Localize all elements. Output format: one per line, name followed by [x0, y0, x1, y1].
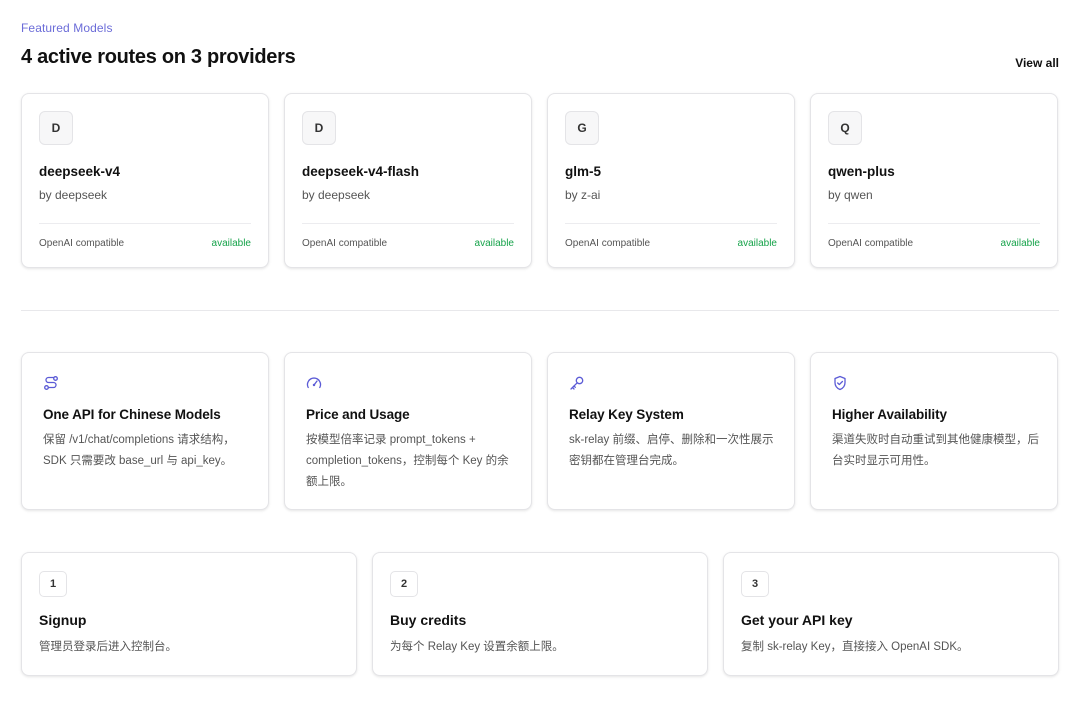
feature-title: Higher Availability: [832, 407, 947, 422]
status-badge: available: [1000, 238, 1040, 249]
feature-title: Price and Usage: [306, 407, 410, 422]
status-badge: available: [211, 238, 251, 249]
model-card-glm-5[interactable]: G glm-5 by z-ai OpenAI compatible availa…: [547, 93, 795, 268]
model-name: glm-5: [565, 164, 602, 179]
step-card-signup: 1 Signup 管理员登录后进入控制台。: [21, 552, 357, 676]
step-description: 管理员登录后进入控制台。: [39, 641, 177, 653]
feature-description: 渠道失败时自动重试到其他健康模型，后台实时显示可用性。: [832, 434, 1039, 467]
feature-card-relay-key: Relay Key System sk-relay 前缀、启停、删除和一次性展示…: [547, 352, 795, 510]
step-number: 1: [39, 571, 67, 597]
card-divider: [565, 223, 777, 224]
model-footer: OpenAI compatible available: [565, 238, 777, 249]
model-footer: OpenAI compatible available: [39, 238, 251, 249]
model-avatar: D: [302, 111, 336, 145]
gauge-icon: [306, 377, 322, 389]
card-divider: [302, 223, 514, 224]
route-icon: [44, 376, 58, 390]
feature-description: 保留 /v1/chat/completions 请求结构，SDK 只需要改 ba…: [43, 434, 235, 467]
feature-card-availability: Higher Availability 渠道失败时自动重试到其他健康模型，后台实…: [810, 352, 1058, 510]
model-card-deepseek-v4[interactable]: D deepseek-v4 by deepseek OpenAI compati…: [21, 93, 269, 268]
step-card-buy-credits: 2 Buy credits 为每个 Relay Key 设置余额上限。: [372, 552, 708, 676]
model-provider: by deepseek: [39, 188, 108, 202]
step-title: Buy credits: [390, 612, 467, 628]
model-name: deepseek-v4-flash: [302, 164, 420, 179]
model-name: qwen-plus: [828, 164, 895, 179]
model-card-deepseek-v4-flash[interactable]: D deepseek-v4-flash by deepseek OpenAI c…: [284, 93, 532, 268]
feature-card-price-usage: Price and Usage 按模型倍率记录 prompt_tokens + …: [284, 352, 532, 510]
page-title: 4 active routes on 3 providers: [21, 46, 296, 68]
step-title: Signup: [39, 612, 87, 628]
card-divider: [828, 223, 1040, 224]
step-number: 2: [390, 571, 418, 597]
featured-models-page: Featured Models 4 active routes on 3 pro…: [0, 0, 1080, 702]
shield-check-icon: [834, 375, 846, 391]
step-title: Get your API key: [741, 612, 853, 628]
compat-label: OpenAI compatible: [39, 238, 125, 249]
model-avatar: G: [565, 111, 599, 145]
status-badge: available: [474, 238, 514, 249]
compat-label: OpenAI compatible: [302, 238, 388, 249]
model-name: deepseek-v4: [39, 164, 121, 179]
feature-title: Relay Key System: [569, 407, 684, 422]
key-icon: [570, 376, 584, 390]
step-number: 3: [741, 571, 769, 597]
step-description: 为每个 Relay Key 设置余额上限。: [390, 641, 564, 653]
model-avatar: D: [39, 111, 73, 145]
model-footer: OpenAI compatible available: [302, 238, 514, 249]
model-provider: by qwen: [828, 188, 873, 202]
section-eyebrow: Featured Models: [21, 21, 113, 35]
view-all-link[interactable]: View all: [1015, 56, 1059, 70]
section-divider: [21, 310, 1059, 311]
model-footer: OpenAI compatible available: [828, 238, 1040, 249]
step-description: 复制 sk-relay Key，直接接入 OpenAI SDK。: [741, 641, 969, 653]
feature-description: 按模型倍率记录 prompt_tokens + completion_token…: [306, 434, 509, 488]
model-card-qwen-plus[interactable]: Q qwen-plus by qwen OpenAI compatible av…: [810, 93, 1058, 268]
model-provider: by deepseek: [302, 188, 371, 202]
model-provider: by z-ai: [565, 188, 601, 202]
compat-label: OpenAI compatible: [828, 238, 914, 249]
feature-card-one-api: One API for Chinese Models 保留 /v1/chat/c…: [21, 352, 269, 510]
step-card-get-api-key: 3 Get your API key 复制 sk-relay Key，直接接入 …: [723, 552, 1059, 676]
feature-title: One API for Chinese Models: [43, 407, 221, 422]
feature-description: sk-relay 前缀、启停、删除和一次性展示密钥都在管理台完成。: [569, 434, 774, 467]
compat-label: OpenAI compatible: [565, 238, 651, 249]
model-avatar: Q: [828, 111, 862, 145]
status-badge: available: [737, 238, 777, 249]
card-divider: [39, 223, 251, 224]
